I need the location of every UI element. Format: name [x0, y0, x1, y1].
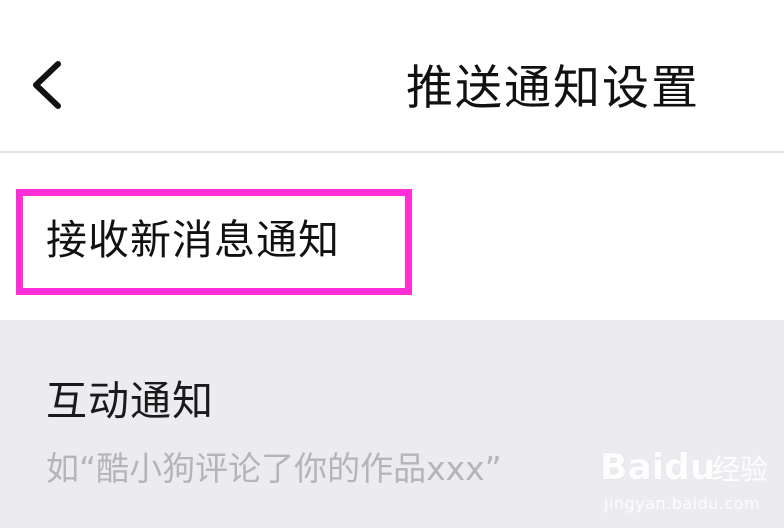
baidu-logo: Baidu	[600, 446, 715, 490]
baidu-logo-text: Baidu	[600, 447, 716, 488]
baidu-jingyan-watermark: Baidu 经验 jingyan.baidu.com	[600, 440, 776, 522]
list-item-title: 互动通知	[46, 377, 214, 425]
watermark-url: jingyan.baidu.com	[604, 494, 761, 513]
section-title: 接收新消息通知	[46, 216, 340, 264]
list-item-description: 如“酷小狗评论了你的作品xxx”	[46, 449, 502, 488]
chevron-left-icon	[33, 61, 61, 109]
push-notification-settings-screen: 推送通知设置 接收新消息通知 互动通知 如“酷小狗评论了你的作品xxx” Bai…	[0, 0, 784, 528]
back-button[interactable]	[24, 54, 76, 116]
jingyan-label: 经验	[712, 453, 769, 486]
navigation-bar: 推送通知设置	[0, 0, 784, 153]
page-title: 推送通知设置	[406, 61, 700, 116]
